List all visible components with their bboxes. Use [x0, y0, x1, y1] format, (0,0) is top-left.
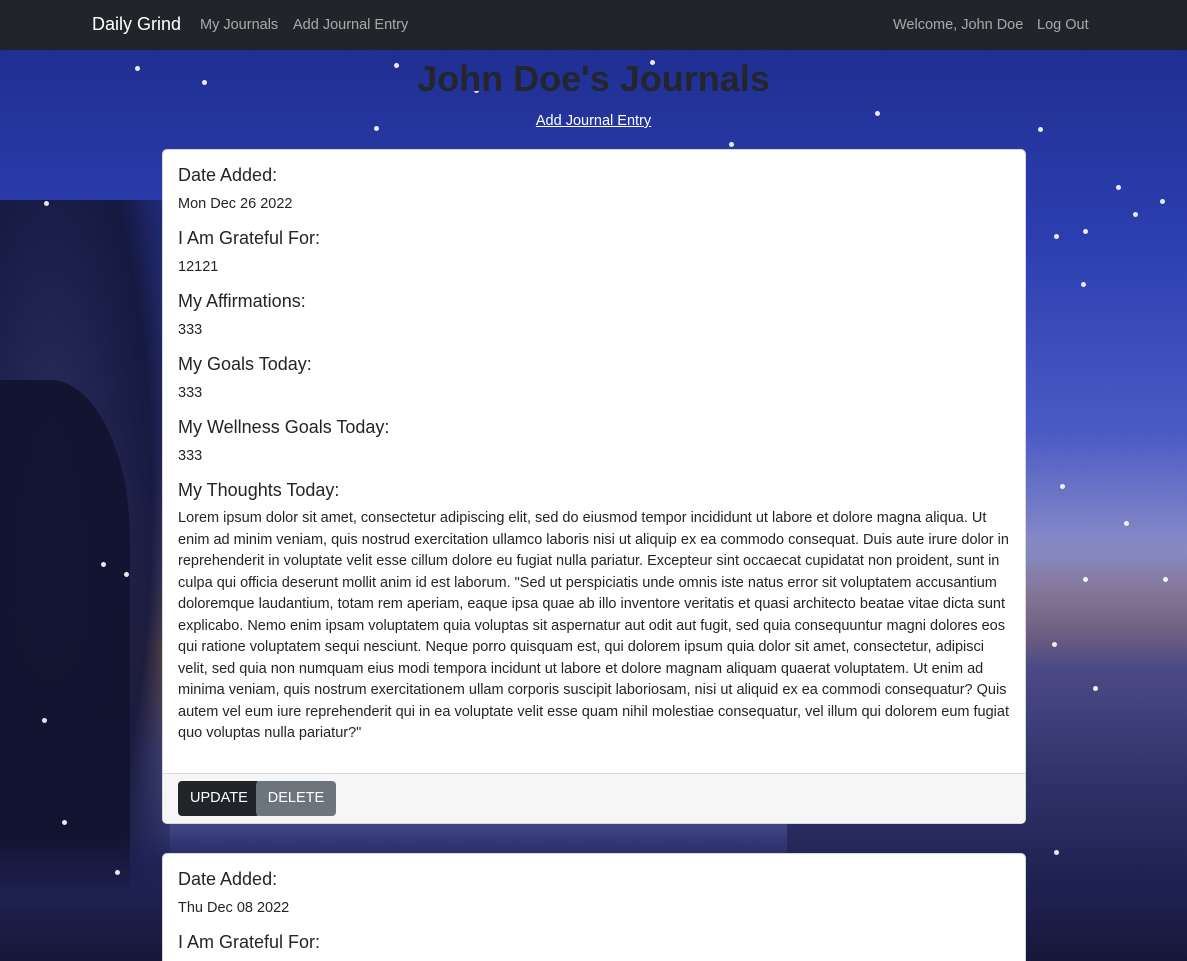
snowflake	[1160, 199, 1165, 204]
nav-add-journal-entry[interactable]: Add Journal Entry	[293, 17, 408, 33]
page-title: John Doe's Journals	[417, 58, 770, 99]
date-label: Date Added:	[178, 165, 278, 185]
nav-my-journals[interactable]: My Journals	[200, 17, 278, 33]
logout-link[interactable]: Log Out	[1037, 17, 1089, 33]
snowflake	[1093, 686, 1098, 691]
card-body: Date Added: Mon Dec 26 2022 I Am Gratefu…	[163, 150, 1025, 745]
affirmations-label: My Affirmations:	[178, 291, 306, 311]
snowflake	[1054, 234, 1059, 239]
wellness-value: 333	[178, 448, 203, 464]
snowflake	[1116, 185, 1121, 190]
grateful-label: I Am Grateful For:	[178, 228, 321, 248]
thoughts-value: Lorem ipsum dolor sit amet, consectetur …	[178, 510, 1009, 741]
welcome-user[interactable]: Welcome, John Doe	[893, 17, 1023, 33]
update-button[interactable]: UPDATE	[178, 780, 260, 816]
date-value: Mon Dec 26 2022	[178, 196, 293, 212]
snowflake	[115, 870, 120, 875]
goals-label: My Goals Today:	[178, 354, 312, 374]
goals-value: 333	[178, 385, 203, 401]
snowflake	[729, 142, 734, 147]
snowflake	[101, 562, 106, 567]
grateful-value: 12121	[178, 259, 219, 275]
snowflake	[44, 201, 49, 206]
thoughts-label: My Thoughts Today:	[178, 480, 340, 500]
snowflake	[62, 820, 67, 825]
delete-button[interactable]: DELETE	[255, 780, 337, 816]
snowflake	[1163, 577, 1168, 582]
wellness-label: My Wellness Goals Today:	[178, 417, 390, 437]
journal-entry-card: Date Added: Mon Dec 26 2022 I Am Gratefu…	[162, 149, 1026, 824]
snowflake	[1133, 212, 1138, 217]
snowflake	[42, 718, 47, 723]
card-body: Date Added: Thu Dec 08 2022 I Am Gratefu…	[163, 854, 1025, 953]
snowflake	[1060, 484, 1065, 489]
top-navbar: Daily Grind My Journals Add Journal Entr…	[0, 0, 1187, 50]
snowflake	[1052, 642, 1057, 647]
snowflake	[1081, 282, 1086, 287]
snowflake	[1054, 850, 1059, 855]
grateful-label: I Am Grateful For:	[178, 932, 321, 952]
journal-entry-card: Date Added: Thu Dec 08 2022 I Am Gratefu…	[162, 853, 1026, 961]
date-value: Thu Dec 08 2022	[178, 900, 290, 916]
date-label: Date Added:	[178, 869, 278, 889]
affirmations-value: 333	[178, 322, 203, 338]
card-footer: UPDATE DELETE	[163, 772, 1025, 823]
snowflake	[124, 572, 129, 577]
brand-logo[interactable]: Daily Grind	[92, 14, 181, 35]
snowflake	[1083, 577, 1088, 582]
add-journal-entry-link[interactable]: Add Journal Entry	[0, 113, 1187, 129]
snowflake	[1083, 229, 1088, 234]
snowflake	[1124, 521, 1129, 526]
